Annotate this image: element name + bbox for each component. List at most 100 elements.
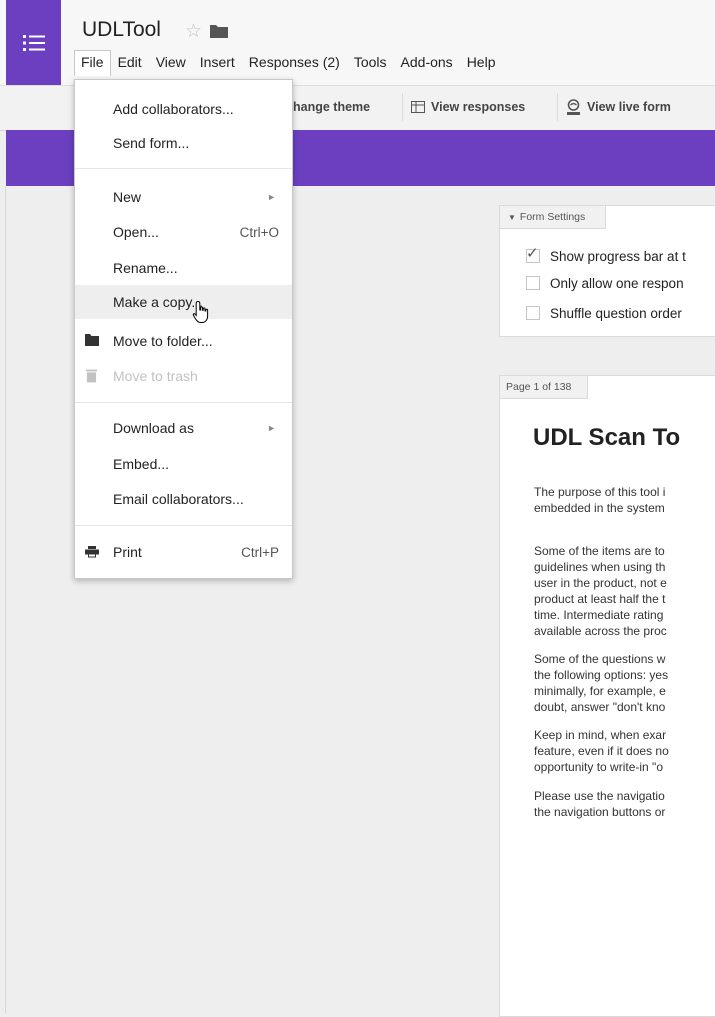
text-line: The purpose of this tool i (534, 485, 666, 499)
menu-item-new[interactable]: New ► (75, 180, 292, 214)
menu-item-add-collaborators[interactable]: Add collaborators... (75, 92, 292, 126)
hamburger-icon (22, 34, 45, 51)
checkbox[interactable] (526, 306, 540, 320)
text-line: Keep in mind, when exar (534, 728, 667, 742)
text-line: the following options: yes (534, 668, 669, 682)
checkbox[interactable]: ✓ (526, 245, 540, 263)
text-line: user in the product, not e (534, 576, 667, 590)
text-line: the navigation buttons or (534, 805, 666, 819)
setting-progress-bar[interactable]: ✓ Show progress bar at t (526, 245, 686, 266)
form-description-paragraph: The purpose of this tool i embedded in t… (534, 484, 715, 516)
menu-item-label: Open... (113, 224, 159, 240)
trash-icon (86, 369, 97, 383)
view-live-form-label: View live form (587, 100, 671, 114)
form-description-paragraph: Some of the items are to guidelines when… (534, 543, 715, 639)
text-line: minimally, for example, e (534, 684, 666, 698)
view-live-form-button[interactable]: View live form (557, 93, 679, 121)
submenu-arrow-icon: ► (267, 192, 276, 202)
menu-item-label: New (113, 189, 142, 205)
divider (5, 186, 6, 1013)
text-line: product at least half the t (534, 592, 666, 606)
menu-item-move-to-folder[interactable]: Move to folder... (75, 324, 292, 358)
setting-label: Show progress bar at t (550, 248, 686, 264)
menu-item-label: Make a copy... (113, 294, 204, 310)
text-line: opportunity to write-in "o (534, 760, 663, 774)
setting-label: Shuffle question order (550, 305, 682, 321)
form-description-paragraph: Please use the navigatio the navigation … (534, 788, 715, 820)
table-icon (411, 101, 425, 113)
submenu-arrow-icon: ► (267, 423, 276, 433)
setting-shuffle[interactable]: Shuffle question order (526, 303, 682, 323)
hand-cursor-icon (192, 300, 209, 323)
menu-item-label: Download as (113, 420, 194, 436)
menu-edit[interactable]: Edit (111, 50, 149, 76)
menu-item-move-to-trash[interactable]: Move to trash (75, 359, 292, 393)
menu-item-rename[interactable]: Rename... (75, 251, 292, 285)
menu-item-label: Send form... (113, 135, 190, 151)
star-icon[interactable]: ☆ (185, 20, 202, 43)
menu-item-download-as[interactable]: Download as ► (75, 411, 292, 445)
page-tab-label: Page 1 of 138 (506, 381, 572, 393)
text-line: Some of the items are to (534, 544, 665, 558)
menu-separator (75, 402, 292, 403)
menu-item-label: Embed... (113, 456, 170, 472)
live-form-icon (567, 98, 580, 115)
collapse-arrow-icon: ▼ (508, 213, 516, 222)
folder-icon[interactable] (210, 24, 228, 38)
shortcut-label: Ctrl+P (241, 544, 279, 560)
checkbox[interactable] (526, 276, 540, 290)
form-settings-card: ▼ Form Settings ✓ Show progress bar at t … (499, 205, 715, 337)
folder-icon (85, 334, 99, 346)
menu-item-print[interactable]: Print Ctrl+P (75, 535, 292, 569)
menu-separator (75, 168, 292, 169)
doc-title[interactable]: UDLTool (82, 18, 161, 42)
menu-item-label: Email collaborators... (113, 491, 244, 507)
setting-label: Only allow one respon (550, 275, 684, 291)
menu-insert[interactable]: Insert (193, 50, 242, 76)
page-card: Page 1 of 138 UDL Scan To The purpose of… (499, 375, 715, 1017)
text-line: available across the proc (534, 624, 667, 638)
menu-item-label: Move to trash (113, 368, 198, 384)
form-settings-tab-label: Form Settings (519, 211, 586, 223)
app-menu-button[interactable] (6, 0, 61, 85)
menu-item-label: Add collaborators... (113, 101, 234, 117)
setting-one-response[interactable]: Only allow one respon (526, 273, 684, 293)
app-header: UDLTool ☆ File Edit View Insert Response… (0, 0, 715, 85)
menu-item-embed[interactable]: Embed... (75, 447, 292, 481)
view-responses-label: View responses (431, 100, 526, 114)
checkmark-icon: ✓ (526, 245, 539, 262)
menu-item-open[interactable]: Open... Ctrl+O (75, 215, 292, 249)
text-line: embedded in the system (534, 501, 665, 515)
view-responses-button[interactable]: View responses (402, 93, 533, 121)
file-menu: Add collaborators... Send form... New ► … (74, 79, 293, 579)
menu-view[interactable]: View (149, 50, 193, 76)
menu-tools[interactable]: Tools (347, 50, 394, 76)
menu-help[interactable]: Help (460, 50, 503, 76)
menu-separator (75, 525, 292, 526)
menu-addons[interactable]: Add-ons (394, 50, 460, 76)
form-description-paragraph: Keep in mind, when exar feature, even if… (534, 727, 715, 775)
menu-file[interactable]: File (74, 50, 111, 76)
form-settings-tab[interactable]: ▼ Form Settings (500, 206, 607, 229)
text-line: guidelines when using th (534, 560, 666, 574)
form-description-paragraph: Some of the questions w the following op… (534, 651, 715, 715)
page-tab[interactable]: Page 1 of 138 (500, 376, 589, 399)
text-line: Please use the navigatio (534, 789, 665, 803)
form-title[interactable]: UDL Scan To (533, 424, 680, 452)
printer-icon (85, 546, 99, 558)
text-line: Some of the questions w (534, 652, 666, 666)
menu-item-send-form[interactable]: Send form... (75, 126, 292, 160)
menu-responses[interactable]: Responses (2) (242, 50, 347, 76)
text-line: feature, even if it does no (534, 744, 669, 758)
menu-item-label: Rename... (113, 260, 178, 276)
change-theme-button[interactable]: hange theme (285, 93, 378, 121)
menu-item-label: Move to folder... (113, 333, 213, 349)
shortcut-label: Ctrl+O (239, 224, 279, 240)
menu-item-label: Print (113, 544, 142, 560)
menubar: File Edit View Insert Responses (2) Tool… (74, 50, 502, 76)
text-line: time. Intermediate rating (534, 608, 664, 622)
menu-item-email-collaborators[interactable]: Email collaborators... (75, 482, 292, 516)
menu-item-make-copy[interactable]: Make a copy... (75, 285, 292, 319)
change-theme-label: hange theme (293, 100, 371, 114)
text-line: doubt, answer "don't kno (534, 700, 666, 714)
